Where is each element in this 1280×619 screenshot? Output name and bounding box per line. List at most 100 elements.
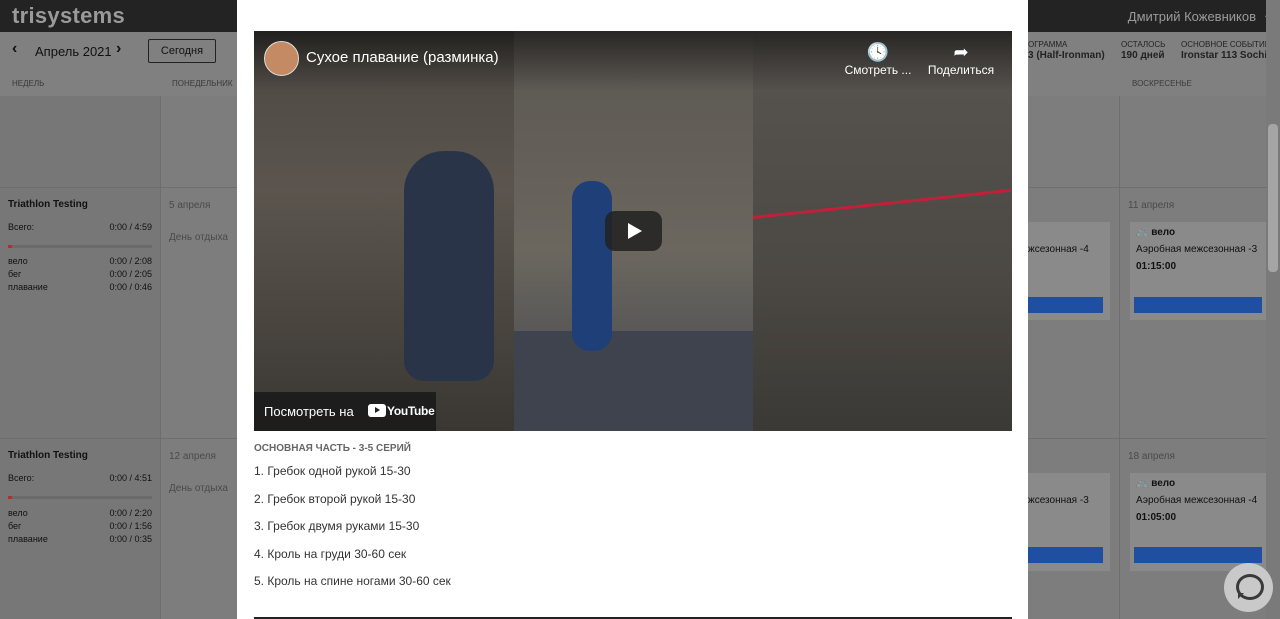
week-progress-fill xyxy=(8,496,13,499)
main-event-stat-label: ОСНОВНОЕ СОБЫТИЕ xyxy=(1181,40,1271,49)
video-frame xyxy=(753,31,1012,431)
sport-value: 0:00 / 0:35 xyxy=(109,534,152,544)
sport-label: вело xyxy=(8,508,28,518)
scrollbar-thumb[interactable] xyxy=(1268,124,1278,272)
chat-button[interactable] xyxy=(1224,563,1273,612)
sport-label: вело xyxy=(8,256,28,266)
remaining-stat-label: ОСТАЛОСЬ xyxy=(1121,40,1166,49)
next-month-button[interactable]: › xyxy=(116,40,121,58)
workout-status-bar xyxy=(1134,297,1262,313)
workout-card[interactable]: жсезонная -3 xyxy=(1028,473,1110,571)
sport-label: плавание xyxy=(8,282,48,292)
share-button[interactable]: ➦ Поделиться xyxy=(925,41,997,77)
sport-value: 0:00 / 0:46 xyxy=(109,282,152,292)
main-event-stat-value: Ironstar 113 Sochi xyxy=(1181,50,1268,61)
section-title: ОСНОВНАЯ ЧАСТЬ - 3-5 СЕРИЙ xyxy=(254,443,411,454)
workout-name: Аэробная межсезонная -3 xyxy=(1136,244,1258,255)
remaining-stat: ОСТАЛОСЬ 190 дней xyxy=(1121,39,1165,61)
exercise-item: 4. Кроль на груди 30-60 сек xyxy=(254,547,407,561)
day-date: 5 апреля xyxy=(169,200,211,211)
workout-name: жсезонная -3 xyxy=(1028,495,1089,506)
program-stat-value: 3 (Half-Ironman) xyxy=(1028,50,1105,61)
today-button[interactable]: Сегодня xyxy=(148,39,216,63)
week-total-row: Всего: 0:00 / 4:59 xyxy=(8,222,152,232)
page-scrollbar[interactable] xyxy=(1266,0,1280,619)
week-title[interactable]: Triathlon Testing xyxy=(8,450,88,461)
week-total-row: Всего: 0:00 / 4:51 xyxy=(8,473,152,483)
day-header-week: НЕДЕЛЬ xyxy=(12,79,45,88)
workout-card[interactable]: жсезонная -4 xyxy=(1028,222,1110,320)
workout-card[interactable]: 🚲 вело Аэробная межсезонная -4 01:05:00 xyxy=(1130,473,1266,571)
day-date: 11 апреля xyxy=(1128,200,1175,211)
watch-on-youtube-button[interactable]: Посмотреть на YouTube xyxy=(254,392,436,431)
youtube-video-player[interactable]: Сухое плавание (разминка) 🕓 Смотреть ...… xyxy=(254,31,1012,431)
workout-card[interactable]: 🚲 вело Аэробная межсезонная -3 01:15:00 xyxy=(1130,222,1266,320)
rest-day-label: День отдыха xyxy=(169,483,228,494)
app-logo[interactable]: trisystems xyxy=(12,3,125,29)
bike-icon: 🚲 xyxy=(1136,227,1149,238)
workout-status-bar xyxy=(1134,547,1262,563)
week-progress-bar xyxy=(8,245,152,248)
sport-label: бег xyxy=(8,521,22,531)
exercise-item: 1. Гребок одной рукой 15-30 xyxy=(254,464,411,478)
sport-label: плавание xyxy=(8,534,48,544)
day-header-monday: ПОНЕДЕЛЬНИК xyxy=(172,79,233,88)
workout-duration: 01:15:00 xyxy=(1136,261,1177,272)
week-total-value: 0:00 / 4:59 xyxy=(109,222,152,232)
youtube-play-icon xyxy=(368,404,386,418)
watch-later-label: Смотреть ... xyxy=(844,63,912,77)
week-sport-row: бег 0:00 / 2:05 xyxy=(8,269,152,279)
main-event-stat: ОСНОВНОЕ СОБЫТИЕ Ironstar 113 Sochi xyxy=(1181,39,1270,61)
video-title[interactable]: Сухое плавание (разминка) xyxy=(306,49,499,66)
program-stat-label: ОГРАММА xyxy=(1028,40,1068,49)
video-frame xyxy=(514,331,753,431)
youtube-logo: YouTube xyxy=(368,402,435,420)
prev-month-button[interactable]: ‹ xyxy=(12,40,17,58)
week-sport-row: плавание 0:00 / 0:35 xyxy=(8,534,152,544)
week-sport-row: бег 0:00 / 1:56 xyxy=(8,521,152,531)
watch-on-label: Посмотреть на xyxy=(264,404,354,419)
video-figure xyxy=(404,151,494,381)
sport-value: 0:00 / 2:08 xyxy=(109,256,152,266)
day-header-sunday: ВОСКРЕСЕНЬЕ xyxy=(1132,79,1192,88)
week-sport-row: вело 0:00 / 2:20 xyxy=(8,508,152,518)
workout-duration: 01:05:00 xyxy=(1136,512,1177,523)
bike-icon: 🚲 xyxy=(1136,478,1149,489)
workout-sport: 🚲 вело xyxy=(1136,478,1176,489)
day-date: 18 апреля xyxy=(1128,451,1175,462)
remaining-stat-value: 190 дней xyxy=(1121,50,1165,61)
workout-name: Аэробная межсезонная -4 xyxy=(1136,495,1258,506)
watch-later-button[interactable]: 🕓 Смотреть ... xyxy=(842,41,914,77)
user-menu[interactable]: Дмитрий Кожевников xyxy=(1128,9,1256,24)
sport-label: бег xyxy=(8,269,22,279)
week-total-value: 0:00 / 4:51 xyxy=(109,473,152,483)
week-progress-bar xyxy=(8,496,152,499)
video-figure xyxy=(572,181,612,351)
sport-value: 0:00 / 2:20 xyxy=(109,508,152,518)
week-progress-fill xyxy=(8,245,13,248)
rest-day-label: День отдыха xyxy=(169,232,228,243)
workout-status-bar xyxy=(1028,297,1103,313)
sport-value: 0:00 / 2:05 xyxy=(109,269,152,279)
workout-name: жсезонная -4 xyxy=(1028,244,1089,255)
clock-icon: 🕓 xyxy=(866,42,890,62)
week-title[interactable]: Triathlon Testing xyxy=(8,199,88,210)
exercise-item: 5. Кроль на спине ногами 30-60 сек xyxy=(254,574,451,588)
week-total-label: Всего: xyxy=(8,473,35,483)
program-stat: ОГРАММА 3 (Half-Ironman) xyxy=(1028,39,1105,61)
grid-divider xyxy=(160,96,161,619)
channel-avatar[interactable] xyxy=(264,41,299,76)
sport-value: 0:00 / 1:56 xyxy=(109,521,152,531)
exercise-item: 2. Гребок второй рукой 15-30 xyxy=(254,492,416,506)
week-sport-row: вело 0:00 / 2:08 xyxy=(8,256,152,266)
day-date: 12 апреля xyxy=(169,451,216,462)
month-label: Апрель 2021 xyxy=(35,44,112,59)
workout-status-bar xyxy=(1028,547,1103,563)
workout-sport: 🚲 вело xyxy=(1136,227,1176,238)
exercise-item: 3. Гребок двумя руками 15-30 xyxy=(254,519,420,533)
workout-detail-modal: Сухое плавание (разминка) 🕓 Смотреть ...… xyxy=(237,0,1028,619)
share-icon: ➦ xyxy=(953,42,969,62)
play-button[interactable] xyxy=(605,211,662,251)
grid-divider xyxy=(1119,96,1120,619)
share-label: Поделиться xyxy=(927,63,995,77)
